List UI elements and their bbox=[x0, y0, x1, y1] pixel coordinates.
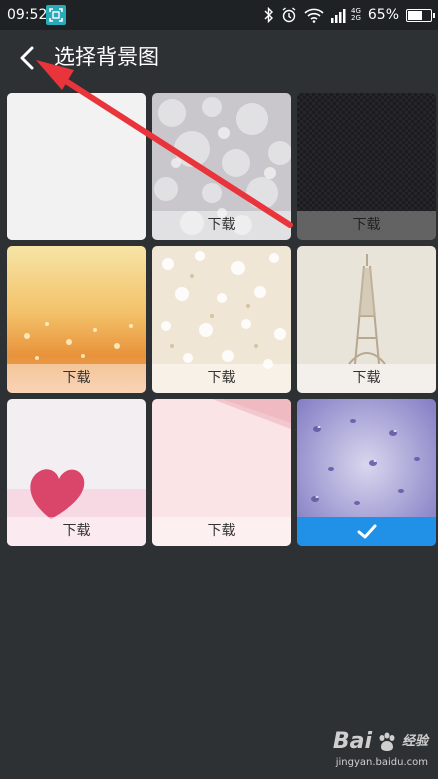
watermark-brand: Bai bbox=[332, 729, 372, 754]
download-label: 下载 bbox=[297, 364, 436, 393]
wallpaper-tile-golden-sparkle[interactable]: 下载 bbox=[7, 246, 146, 393]
scan-app-icon bbox=[46, 5, 66, 25]
wallpaper-tile-rain-drops[interactable] bbox=[297, 399, 436, 546]
back-button[interactable] bbox=[12, 42, 44, 74]
paw-icon bbox=[379, 732, 395, 751]
wallpaper-tile-pink-paper[interactable]: 下载 bbox=[152, 399, 291, 546]
selected-bar bbox=[297, 517, 436, 546]
battery-fill bbox=[408, 10, 422, 20]
download-label: 下载 bbox=[152, 517, 291, 546]
watermark-logo: Bai 经验 bbox=[333, 729, 428, 755]
battery-icon bbox=[406, 8, 435, 22]
wallpaper-tile-pink-heart[interactable]: 下载 bbox=[7, 399, 146, 546]
battery-percent: 65% bbox=[367, 7, 399, 23]
download-label: 下载 bbox=[7, 517, 146, 546]
signal-icon bbox=[330, 9, 346, 23]
status-bar: 09:52 4G 2G 65% bbox=[0, 0, 438, 30]
wallpaper-plain-image bbox=[7, 93, 146, 240]
header: 选择背景图 bbox=[0, 30, 438, 86]
network-type-bottom: 2G bbox=[350, 14, 361, 22]
watermark-suffix: 经验 bbox=[401, 734, 428, 749]
alarm-icon bbox=[282, 7, 296, 23]
wallpaper-tile-floral-cream[interactable]: 下载 bbox=[152, 246, 291, 393]
wallpaper-tile-dark-carbon[interactable]: 下载 bbox=[297, 93, 436, 240]
download-label: 下载 bbox=[152, 364, 291, 393]
wallpaper-tile-eiffel-tower[interactable]: 下载 bbox=[297, 246, 436, 393]
download-label: 下载 bbox=[152, 211, 291, 240]
download-label: 下载 bbox=[297, 211, 436, 240]
status-icons: 4G 2G 65% bbox=[264, 4, 435, 26]
bluetooth-icon bbox=[264, 7, 273, 23]
checkmark-icon bbox=[357, 524, 376, 538]
wallpaper-tile-plain-white[interactable] bbox=[7, 93, 146, 240]
wifi-icon bbox=[304, 8, 324, 23]
status-time: 09:52 bbox=[7, 7, 48, 23]
download-label: 下载 bbox=[7, 364, 146, 393]
network-type: 4G 2G bbox=[351, 8, 361, 22]
chevron-left-icon bbox=[20, 46, 34, 70]
wallpaper-tile-bokeh-gray[interactable]: 下载 bbox=[152, 93, 291, 240]
watermark-url: jingyan.baidu.com bbox=[335, 757, 428, 768]
page-title: 选择背景图 bbox=[54, 45, 159, 69]
watermark: Bai 经验 jingyan.baidu.com bbox=[333, 729, 428, 769]
